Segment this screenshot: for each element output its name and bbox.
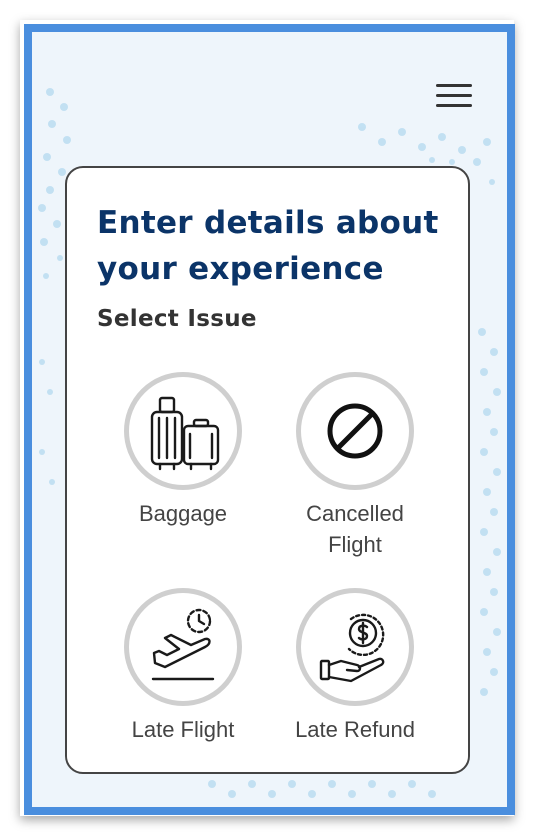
issue-option-late-flight[interactable]: Late Flight xyxy=(98,588,268,745)
issue-option-late-refund[interactable]: Late Refund xyxy=(270,588,440,745)
issue-form-card: Enter details about your experience Sele… xyxy=(65,166,470,774)
issue-icon-circle xyxy=(296,588,414,706)
menu-bar-middle xyxy=(436,94,472,97)
menu-bar-top xyxy=(436,84,472,87)
hamburger-menu-icon[interactable] xyxy=(428,82,476,112)
select-issue-heading: Select Issue xyxy=(97,306,257,332)
issue-label-late-flight: Late Flight xyxy=(131,717,235,742)
app-screen: Enter details about your experience Sele… xyxy=(24,24,515,815)
issue-label-late-refund: Late Refund xyxy=(295,717,415,742)
baggage-icon xyxy=(150,396,220,471)
issue-label-baggage: Baggage xyxy=(138,501,228,526)
issue-icon-circle xyxy=(124,588,242,706)
issue-label-cancelled-flight: Cancelled Flight xyxy=(306,501,404,557)
cancelled-icon xyxy=(327,403,383,459)
form-title: Enter details about your experience xyxy=(97,205,439,287)
menu-bar-bottom xyxy=(436,104,472,107)
issue-option-cancelled-flight[interactable]: Cancelled Flight xyxy=(270,372,440,560)
issue-option-baggage[interactable]: Baggage xyxy=(98,372,268,529)
late-flight-icon xyxy=(151,608,215,681)
issue-icon-circle xyxy=(124,372,242,490)
late-refund-icon xyxy=(319,613,385,683)
issue-icon-circle xyxy=(296,372,414,490)
